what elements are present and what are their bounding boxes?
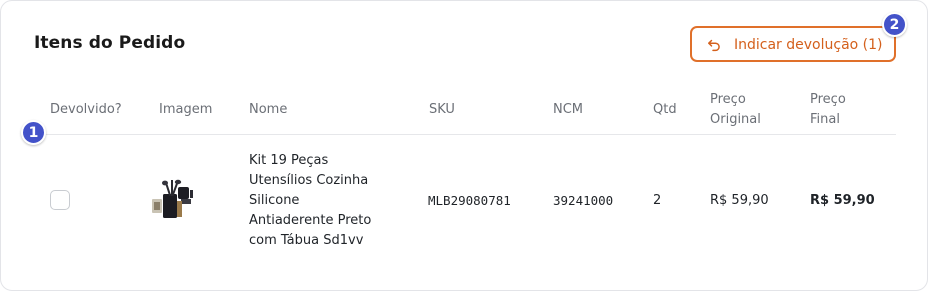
step-badge-2: 2 xyxy=(882,12,907,37)
returned-checkbox[interactable] xyxy=(50,190,70,210)
product-name-line: Kit 19 Peças xyxy=(249,153,329,168)
product-thumbnail xyxy=(152,179,193,218)
original-price-header-line1: Preço xyxy=(710,92,746,107)
product-name-line: Antiaderente Preto xyxy=(249,213,372,228)
table-header-divider xyxy=(34,134,896,135)
product-name-line: Silicone xyxy=(249,193,300,208)
column-header-sku: SKU xyxy=(429,102,455,117)
original-price-header-line2: Original xyxy=(710,112,761,127)
undo-icon xyxy=(708,39,720,52)
final-price: R$ 59,90 xyxy=(810,193,875,208)
step-badge-1: 1 xyxy=(21,120,46,145)
product-name: Kit 19 Peças Utensílios Cozinha Silicone… xyxy=(249,151,409,251)
column-header-ncm: NCM xyxy=(553,102,584,117)
product-ncm: 39241000 xyxy=(553,193,614,208)
column-header-image: Imagem xyxy=(159,102,213,117)
return-button-label: Indicar devolução (1) xyxy=(734,37,883,53)
original-price: R$ 59,90 xyxy=(710,193,769,208)
order-items-card: Itens do Pedido Indicar devolução (1) De… xyxy=(0,0,928,291)
card-title: Itens do Pedido xyxy=(34,33,186,53)
column-header-original-price: Preço Original xyxy=(710,90,761,130)
column-header-qty: Qtd xyxy=(653,102,677,117)
column-header-final-price: Preço Final xyxy=(810,90,846,130)
indicate-return-button[interactable]: Indicar devolução (1) xyxy=(690,26,896,62)
final-price-header-line2: Final xyxy=(810,112,840,127)
column-header-returned: Devolvido? xyxy=(50,102,122,117)
final-price-header-line1: Preço xyxy=(810,92,846,107)
product-sku: MLB29080781 xyxy=(428,193,511,208)
column-header-name: Nome xyxy=(249,102,288,117)
product-qty: 2 xyxy=(653,193,662,208)
product-name-line: com Tábua Sd1vv xyxy=(249,233,364,248)
product-name-line: Utensílios Cozinha xyxy=(249,173,369,188)
